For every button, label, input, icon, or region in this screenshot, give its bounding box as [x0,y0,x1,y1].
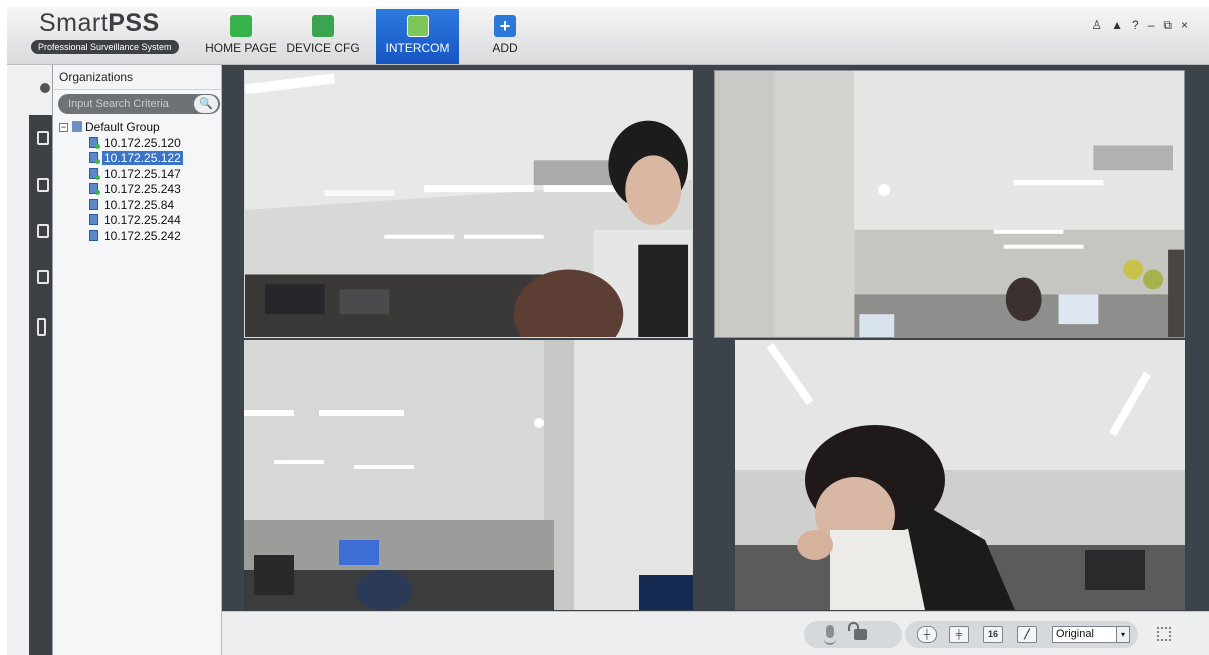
broadcast-icon[interactable] [37,178,49,192]
nav-home-page[interactable]: HOME PAGE [202,9,280,64]
nav-home-label: HOME PAGE [205,41,277,55]
group-label: Default Group [85,120,160,134]
home-icon [230,15,252,37]
device-icon [89,198,98,210]
camera-feed-3 [244,340,693,610]
brand-text: Smart [39,9,109,37]
device-ip: 10.172.25.147 [104,166,181,181]
camera-feed-2 [715,71,1184,337]
layout-4-button[interactable]: ┼ [917,626,937,643]
video-tile-2[interactable] [714,70,1185,338]
unlock-icon[interactable] [848,622,867,640]
fullscreen-icon[interactable] [1157,627,1171,641]
scale-select[interactable]: Original ▾ [1052,626,1130,643]
device-config-icon [312,15,334,37]
tree-group-row[interactable]: − Default Group [59,120,183,136]
tree-device-row[interactable]: 10.172.25.244 [59,213,183,229]
organizations-title: Organizations [53,65,221,90]
tree-device-row[interactable]: 10.172.25.84 [59,198,183,214]
device-icon [89,136,100,149]
add-icon: + [494,15,516,37]
device-ip: 10.172.25.84 [104,197,175,212]
nav-device-cfg[interactable]: DEVICE CFG [286,9,360,64]
close-icon[interactable]: × [1181,18,1197,32]
tree-device-row-selected[interactable]: 10.172.25.122 [59,151,183,167]
video-grid [222,65,1209,611]
device-ip: 10.172.25.244 [104,213,181,227]
app-logo: SmartPSS Professional Surveillance Syste… [31,9,191,61]
tree-device-row[interactable]: 10.172.25.120 [59,136,183,152]
device-tree: − Default Group 10.172.25.120 10.172.25.1… [59,120,183,244]
nav-add-label: ADD [492,41,518,55]
tree-device-row[interactable]: 10.172.25.147 [59,167,183,183]
talk-controls [804,621,902,648]
search-box: 🔍 [58,94,220,114]
microphone-icon[interactable] [824,625,836,645]
scale-select-value: Original [1056,628,1094,640]
custom-layout-icon[interactable]: ╱ [1017,626,1037,643]
restore-icon[interactable]: ⧉ [1163,18,1181,32]
sidebar-rail [29,115,52,655]
video-tile-1[interactable] [244,70,693,338]
nav-device-label: DEVICE CFG [286,41,360,55]
phone-icon[interactable] [37,318,46,336]
device-icon [89,167,100,180]
device-icon [89,214,98,225]
brand-tagline: Professional Surveillance System [31,40,179,54]
lock-icon[interactable]: ▲ [1111,18,1132,32]
camera-feed-4 [735,340,1185,610]
layout-9-button[interactable]: ╪ [949,626,969,643]
organizations-panel: Organizations 🔍 − Default Group 10.172.25… [52,65,222,655]
brand-text-bold: PSS [108,9,160,37]
mail-icon[interactable] [37,224,49,238]
nav-add[interactable]: + ADD [485,9,525,64]
device-icon [89,229,98,241]
title-bar: SmartPSS Professional Surveillance Syste… [7,7,1209,65]
device-ip: 10.172.25.122 [102,151,183,165]
function-sidebar [7,65,52,655]
minimize-icon[interactable]: – [1148,18,1164,32]
device-ip: 10.172.25.242 [104,228,181,243]
chevron-down-icon[interactable]: ▾ [1116,627,1129,642]
intercom-icon [406,15,429,37]
bottom-toolbar: ┼ ╪ 16 ╱ Original ▾ [222,611,1209,655]
card-icon[interactable] [37,131,49,145]
collapse-icon[interactable]: − [59,123,68,132]
window-controls: ♙▲?–⧉× [1091,18,1197,33]
device-ip: 10.172.25.120 [104,135,181,150]
tree-device-row[interactable]: 10.172.25.243 [59,182,183,198]
device-ip: 10.172.25.243 [104,182,181,196]
video-tile-3[interactable] [244,340,693,610]
device-icon [89,183,100,195]
layout-controls: ┼ ╪ 16 ╱ Original ▾ [905,621,1138,648]
group-icon [72,121,82,132]
user-icon[interactable]: ♙ [1091,18,1111,32]
video-tile-4[interactable] [735,340,1185,610]
camera-feed-1 [245,71,692,337]
search-icon[interactable]: 🔍 [194,95,218,113]
help-icon[interactable]: ? [1132,18,1148,32]
note-icon[interactable] [37,270,49,284]
layout-16-button[interactable]: 16 [983,626,1003,643]
person-icon[interactable] [40,83,50,93]
nav-intercom-label: INTERCOM [385,41,450,55]
search-input[interactable] [68,97,190,111]
device-icon [89,152,100,164]
tree-device-row[interactable]: 10.172.25.242 [59,229,183,245]
nav-intercom[interactable]: INTERCOM [376,9,459,64]
